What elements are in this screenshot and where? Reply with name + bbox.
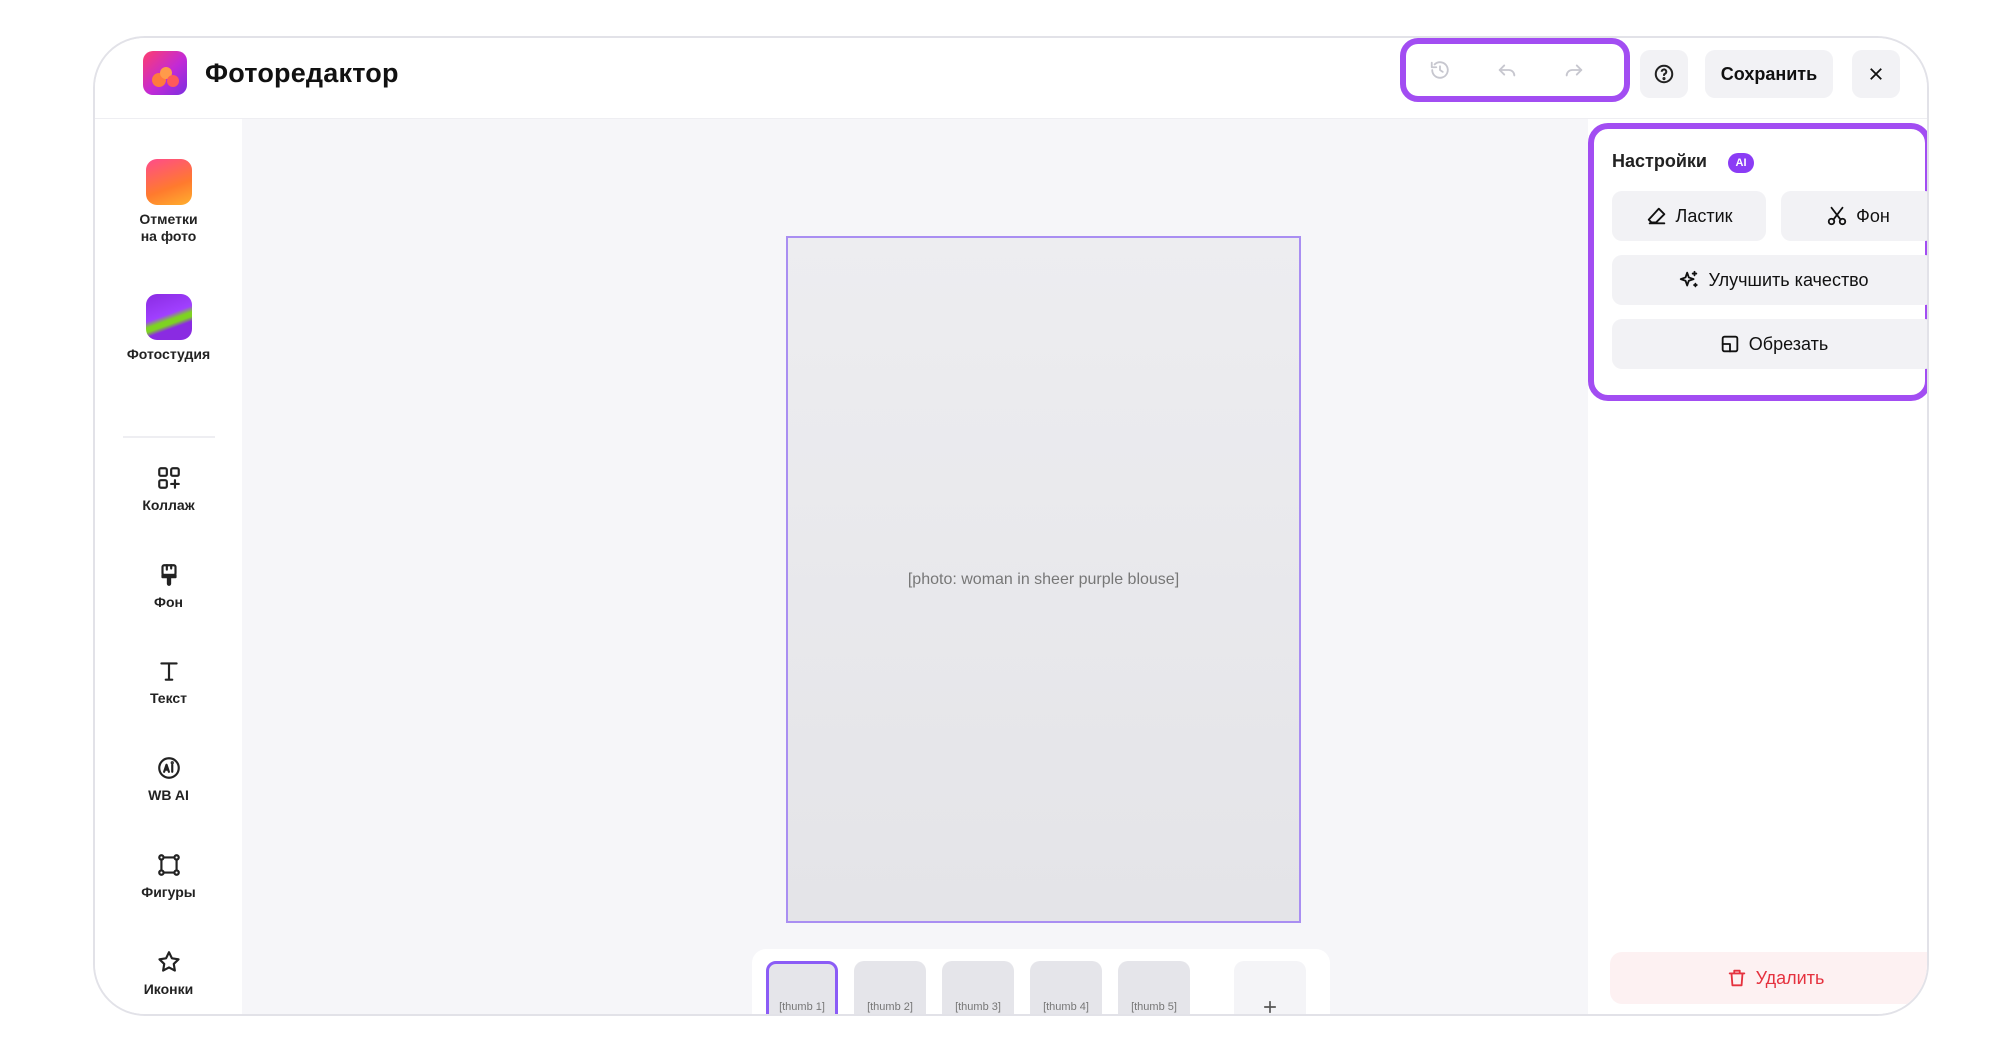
undo-icon bbox=[1498, 64, 1516, 77]
tools-sidebar: Отметки на фото Фотостудия Коллаж Фон Те… bbox=[95, 119, 242, 1014]
shapes-icon bbox=[156, 852, 182, 878]
sidebar-item-shapes[interactable]: Фигуры bbox=[95, 852, 242, 901]
redo-button[interactable] bbox=[1554, 54, 1594, 86]
delete-button[interactable]: Удалить bbox=[1610, 952, 1927, 1004]
text-icon bbox=[156, 658, 182, 684]
save-button[interactable]: Сохранить bbox=[1705, 50, 1833, 98]
scissors-icon bbox=[1828, 206, 1847, 226]
thumbnail[interactable]: [thumb 3] bbox=[942, 961, 1014, 1014]
main-photo-placeholder: [photo: woman in sheer purple blouse] bbox=[907, 570, 1180, 588]
star-icon bbox=[156, 949, 182, 975]
trash-icon bbox=[1728, 969, 1745, 987]
eraser-button[interactable]: Ластик bbox=[1612, 191, 1766, 241]
app-logo bbox=[143, 51, 187, 95]
top-bar: Фоторедактор Сохранить bbox=[95, 38, 1927, 119]
thumbnail[interactable]: [thumb 2] bbox=[854, 961, 926, 1014]
photo-tags-icon bbox=[145, 159, 192, 205]
sidebar-item-label: Фигуры bbox=[141, 884, 196, 900]
photo-studio-icon bbox=[145, 294, 192, 340]
plus-icon bbox=[1264, 1001, 1276, 1013]
sidebar-item-label: Фотостудия bbox=[126, 346, 211, 362]
sidebar-item-wb-ai[interactable]: WB AI bbox=[95, 755, 242, 804]
thumbnail[interactable]: [thumb 1] bbox=[766, 961, 838, 1014]
sidebar-item-label: Фон bbox=[154, 594, 183, 610]
sidebar-divider bbox=[123, 436, 215, 438]
background-brush-icon bbox=[156, 562, 182, 588]
sidebar-item-photo-tags[interactable]: Отметки на фото bbox=[95, 159, 242, 245]
add-photo-button[interactable] bbox=[1234, 961, 1306, 1014]
settings-title: Настройки bbox=[1612, 151, 1707, 171]
sidebar-item-collage[interactable]: Коллаж bbox=[95, 465, 242, 514]
sidebar-item-label: Отметки на фото bbox=[139, 211, 198, 244]
settings-section: Настройки AI Ластик Фон Улучшить качеств… bbox=[1588, 123, 1927, 401]
help-icon bbox=[1654, 64, 1674, 84]
history-icon bbox=[1430, 61, 1449, 79]
history-controls bbox=[1400, 38, 1630, 102]
collage-icon bbox=[156, 465, 182, 491]
photo-editor-window: Фоторедактор Сохранить Отметки на фото Ф… bbox=[93, 36, 1929, 1016]
sparkles-icon bbox=[1680, 270, 1699, 288]
redo-icon bbox=[1565, 64, 1583, 77]
crop-label: Обрезать bbox=[1748, 333, 1829, 354]
delete-label: Удалить bbox=[1755, 967, 1825, 988]
remove-background-button[interactable]: Фон bbox=[1781, 191, 1927, 241]
thumbnail-placeholder: [thumb 5] bbox=[1131, 1001, 1177, 1013]
main-photo[interactable]: [photo: woman in sheer purple blouse] bbox=[786, 236, 1301, 923]
sidebar-item-background[interactable]: Фон bbox=[95, 562, 242, 611]
thumbnail-placeholder: [thumb 2] bbox=[867, 1001, 913, 1013]
background-label: Фон bbox=[1856, 205, 1890, 226]
sidebar-item-label: Коллаж bbox=[142, 497, 195, 513]
app-title: Фоторедактор bbox=[205, 58, 399, 88]
undo-button[interactable] bbox=[1487, 54, 1527, 86]
help-button[interactable] bbox=[1640, 50, 1688, 98]
sidebar-item-text[interactable]: Текст bbox=[95, 658, 242, 707]
eraser-icon bbox=[1647, 207, 1665, 225]
sidebar-item-photo-studio[interactable]: Фотостудия bbox=[95, 294, 242, 363]
thumbnail-placeholder: [thumb 1] bbox=[779, 1001, 825, 1013]
sidebar-item-label: WB AI bbox=[148, 787, 189, 803]
enhance-quality-button[interactable]: Улучшить качество bbox=[1612, 255, 1927, 305]
thumbnail-strip: [thumb 1] [thumb 2] [thumb 3] [thumb 4] … bbox=[752, 949, 1330, 1014]
ai-icon bbox=[156, 755, 182, 781]
thumbnail-placeholder: [thumb 3] bbox=[955, 1001, 1001, 1013]
enhance-label: Улучшить качество bbox=[1708, 269, 1869, 290]
crop-button[interactable]: Обрезать bbox=[1612, 319, 1927, 369]
editor-canvas: [photo: woman in sheer purple blouse] [t… bbox=[242, 119, 1588, 1014]
thumbnail[interactable]: [thumb 5] bbox=[1118, 961, 1190, 1014]
sidebar-item-label: Текст bbox=[149, 690, 188, 706]
ai-badge: AI bbox=[1728, 153, 1754, 173]
thumbnail[interactable]: [thumb 4] bbox=[1030, 961, 1102, 1014]
eraser-label: Ластик bbox=[1675, 205, 1733, 226]
sidebar-item-label: Иконки bbox=[143, 981, 194, 997]
history-button[interactable] bbox=[1420, 54, 1460, 86]
settings-panel: Настройки AI Ластик Фон Улучшить качеств… bbox=[1588, 119, 1927, 1014]
close-icon bbox=[1870, 68, 1882, 80]
thumbnail-placeholder: [thumb 4] bbox=[1043, 1001, 1089, 1013]
close-button[interactable] bbox=[1852, 50, 1900, 98]
crop-icon bbox=[1721, 335, 1739, 353]
sidebar-item-icons[interactable]: Иконки bbox=[95, 949, 242, 998]
